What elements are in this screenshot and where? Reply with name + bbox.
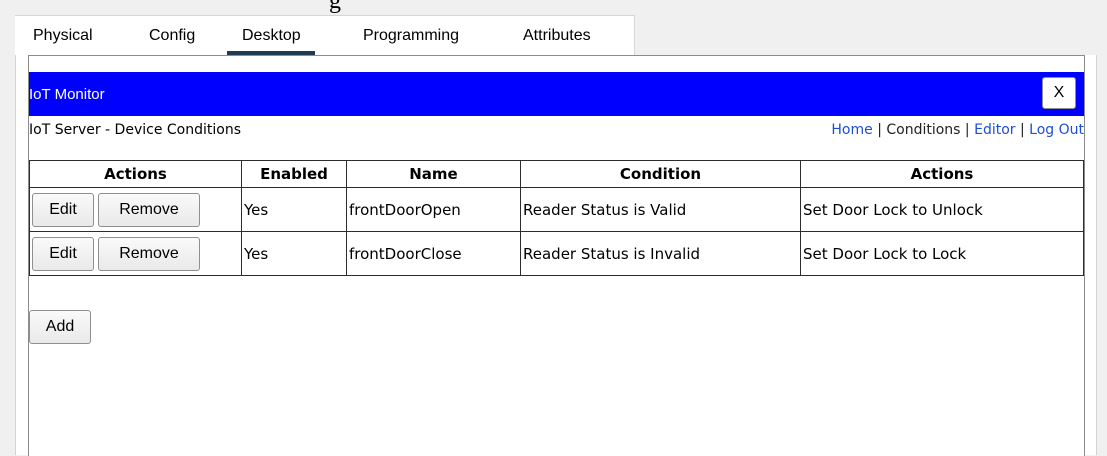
edit-button[interactable]: Edit [32,236,94,271]
page-title: IoT Server - Device Conditions [29,122,241,138]
column-header-name: Name [346,160,521,188]
condition-cell: Reader Status is Valid [520,187,801,232]
close-button[interactable]: X [1042,77,1076,109]
action-cell: Set Door Lock to Unlock [800,187,1084,232]
row-actions-cell: Edit Remove [29,187,242,232]
nav-separator: | [964,122,975,138]
row-actions-cell: Edit Remove [29,231,242,276]
cut-off-heading-fragment: g [329,0,341,14]
table-header-row: Actions Enabled Name Condition Actions [29,160,1084,188]
nav-links: Home | Conditions | Editor | Log Out [831,119,1084,141]
nav-separator: | [1019,122,1030,138]
column-header-enabled: Enabled [241,160,347,188]
table-row: Edit Remove Yes frontDoorOpen Reader Stat… [29,187,1084,232]
column-header-result-actions: Actions [800,160,1084,188]
edit-button[interactable]: Edit [32,192,94,227]
tab-config[interactable]: Config [149,26,195,46]
tab-physical[interactable]: Physical [33,26,93,46]
remove-button[interactable]: Remove [98,236,200,271]
conditions-table: Actions Enabled Name Condition Actions E… [29,160,1084,276]
column-header-condition: Condition [520,160,801,188]
nav-editor-link[interactable]: Editor [974,122,1015,138]
page-subheader: IoT Server - Device Conditions Home | Co… [29,119,1084,141]
condition-cell: Reader Status is Invalid [520,231,801,276]
name-cell: frontDoorClose [346,231,521,276]
nav-logout-link[interactable]: Log Out [1029,122,1084,138]
nav-home-link[interactable]: Home [831,122,872,138]
add-button[interactable]: Add [29,310,91,344]
tab-attributes[interactable]: Attributes [523,26,591,46]
table-row: Edit Remove Yes frontDoorClose Reader Sta… [29,231,1084,276]
remove-button[interactable]: Remove [98,192,200,227]
tab-bar: Physical Config Desktop Programming Attr… [15,15,635,56]
window-titlebar: IoT Monitor X [29,72,1084,116]
tab-programming[interactable]: Programming [363,26,459,46]
enabled-cell: Yes [241,231,347,276]
enabled-cell: Yes [241,187,347,232]
iot-monitor-window: IoT Monitor X IoT Server - Device Condit… [28,55,1085,456]
tab-desktop[interactable]: Desktop [227,26,315,55]
desktop-panel: IoT Monitor X IoT Server - Device Condit… [15,55,1097,456]
column-header-actions: Actions [29,160,242,188]
nav-conditions: Conditions [886,122,961,138]
name-cell: frontDoorOpen [346,187,521,232]
window-title: IoT Monitor [29,86,105,103]
nav-separator: | [877,122,887,138]
action-cell: Set Door Lock to Lock [800,231,1084,276]
